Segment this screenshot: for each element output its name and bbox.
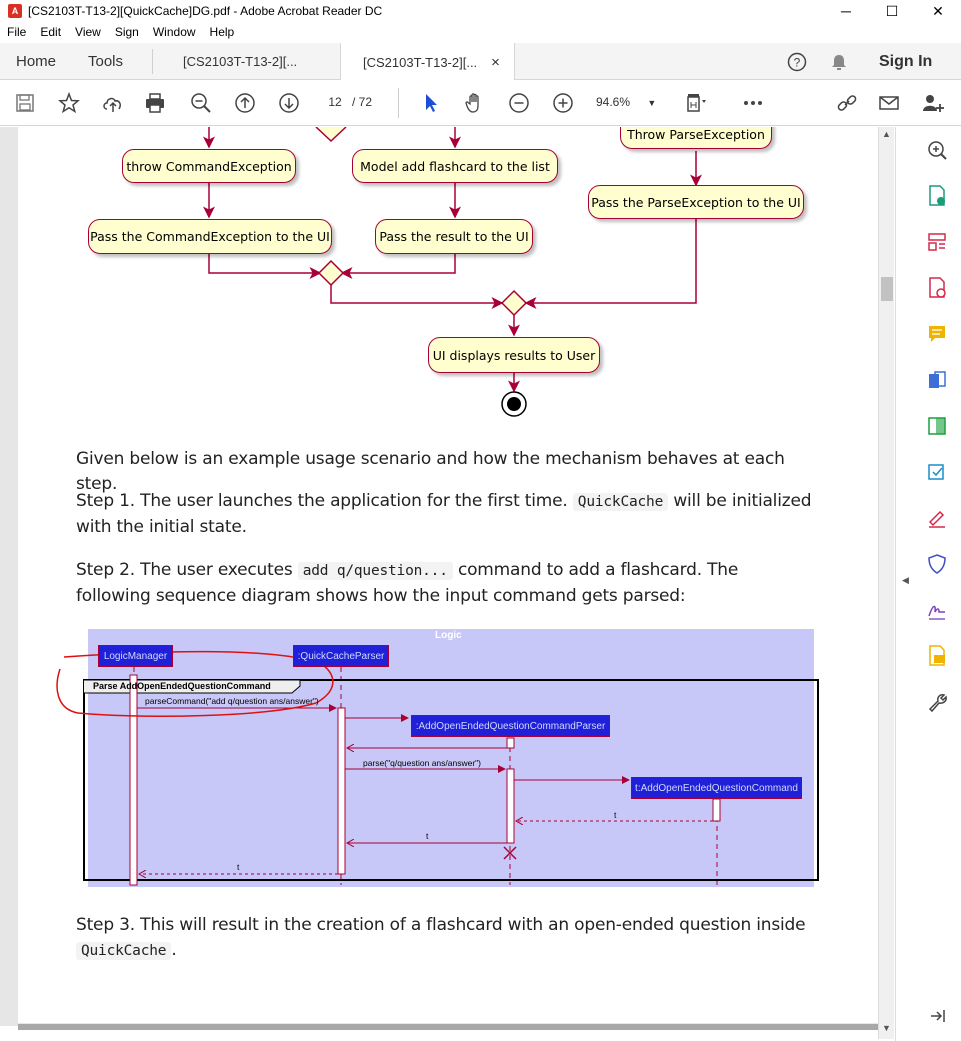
help-icon[interactable]: ? [786,43,808,80]
compress-pdf-icon[interactable] [926,415,948,437]
right-tools-panel: ◀ [895,127,961,1041]
page-number-input[interactable]: 12 [320,92,350,112]
organize-pages-icon[interactable] [926,231,948,253]
acrobat-pdf-icon: A [8,4,22,18]
node-throw-command-exception: throw CommandException [122,149,296,183]
toolbar: 12 / 72 94.6% ▼ [0,80,961,126]
horizontal-scrollbar[interactable] [18,1024,878,1030]
step1-text-a: Step 1. The user launches the applicatio… [76,491,568,511]
node-model-add-flashcard: Model add flashcard to the list [352,149,558,183]
scroll-down-icon[interactable]: ▼ [882,1023,891,1033]
scrollbar-thumb[interactable] [881,277,893,301]
code-quickcache-2: QuickCache [76,942,172,960]
document-viewport[interactable]: Throw ParseException throw CommandExcept… [0,127,880,1026]
menu-window[interactable]: Window [146,25,203,39]
tab-home[interactable]: Home [16,43,56,80]
message-parse: parse("q/question ans/answer") [363,758,482,768]
node-pass-result: Pass the result to the UI [375,219,533,254]
svg-text:?: ? [794,55,801,69]
previous-page-icon[interactable] [232,90,258,116]
collapse-right-panel-icon[interactable]: ◀ [902,575,909,586]
zoom-out-icon[interactable] [506,90,532,116]
message-parse-command: parseCommand("add q/question ans/answer"… [145,696,319,706]
return-t-2: t [426,831,429,841]
participant-logic-manager: LogicManager [98,645,173,667]
zoom-level-dropdown[interactable]: 94.6% ▼ [596,92,656,113]
edit-pdf-icon[interactable] [926,461,948,483]
scroll-up-icon[interactable]: ▲ [882,129,891,139]
participant-add-command: t:AddOpenEndedQuestionCommand [631,777,802,799]
menu-bar: File Edit View Sign Window Help [0,22,961,42]
hand-tool-icon[interactable] [462,90,488,116]
combine-files-icon[interactable] [926,369,948,391]
step3-text-a: Step 3. This will result in the creation… [76,915,806,935]
protect-shield-icon[interactable] [926,553,948,575]
menu-sign[interactable]: Sign [108,25,146,39]
tab-tools[interactable]: Tools [88,43,123,80]
node-ui-displays-results: UI displays results to User [428,337,600,373]
title-bar: A [CS2103T-T13-2][QuickCache]DG.pdf - Ad… [0,0,961,22]
step3-text-b: . [171,940,177,960]
select-cursor-icon[interactable] [418,90,444,116]
minimize-button[interactable]: ─ [823,0,869,22]
zoom-tool-icon[interactable] [926,139,948,161]
tab-document-1[interactable]: [CS2103T-T13-2][... [183,43,297,80]
node-pass-command-exception: Pass the CommandException to the UI [88,219,332,254]
menu-file[interactable]: File [0,25,33,39]
menu-view[interactable]: View [68,25,108,39]
request-signatures-icon[interactable] [926,599,948,621]
page-fit-icon[interactable] [684,90,710,116]
fill-sign-icon[interactable] [926,507,948,529]
zoom-in-icon[interactable] [550,90,576,116]
node-pass-parse-exception: Pass the ParseException to the UI [588,185,804,219]
return-t-1: t [614,810,617,820]
page-total: / 72 [352,95,373,109]
participant-command-parser: :AddOpenEndedQuestionCommandParser [411,715,610,737]
tab-document-2[interactable]: [CS2103T-T13-2][... × [340,43,515,81]
close-window-button[interactable]: ✕ [915,0,961,22]
add-user-icon[interactable] [920,90,946,116]
chevron-down-icon: ▼ [647,98,657,108]
tab-close-button[interactable]: × [491,54,500,71]
create-pdf-icon[interactable] [926,277,948,299]
code-add-command: add q/question... [297,562,453,580]
step2-text-a: Step 2. The user executes [76,560,293,580]
send-for-comments-icon[interactable] [926,645,948,667]
window-title: [CS2103T-T13-2][QuickCache]DG.pdf - Adob… [28,4,383,18]
frame-label: Parse AddOpenEndedQuestionCommand [93,681,271,691]
save-icon[interactable] [12,90,38,116]
more-tools-icon[interactable] [740,90,766,116]
email-icon[interactable] [876,90,902,116]
menu-help[interactable]: Help [203,25,242,39]
collapse-panel-arrow-icon[interactable] [926,1005,948,1027]
share-link-icon[interactable] [834,90,860,116]
node-throw-parse-exception: Throw ParseException [620,127,772,149]
tab-bar: Home Tools [CS2103T-T13-2][... [CS2103T-… [0,43,961,81]
star-bookmark-icon[interactable] [56,90,82,116]
more-tools-wrench-icon[interactable] [926,691,948,713]
return-t-3: t [237,862,240,872]
zoom-level-value: 94.6% [596,95,631,109]
export-pdf-icon[interactable] [926,185,948,207]
menu-edit[interactable]: Edit [33,25,68,39]
cloud-upload-icon[interactable] [100,90,126,116]
next-page-icon[interactable] [276,90,302,116]
print-icon[interactable] [142,90,168,116]
tab-document-2-label: [CS2103T-T13-2][... [363,54,478,70]
maximize-button[interactable]: ☐ [869,0,915,22]
paragraph-step-2: Step 2. The user executes add q/question… [76,558,816,609]
zoom-out-search-icon[interactable] [188,90,214,116]
bell-icon[interactable] [828,43,850,80]
pdf-page: Throw ParseException throw CommandExcept… [18,127,878,1023]
comment-icon[interactable] [926,323,948,345]
vertical-scrollbar[interactable]: ▲ ▼ [878,127,894,1039]
code-quickcache: QuickCache [572,493,669,511]
paragraph-step-1: Step 1. The user launches the applicatio… [76,489,816,540]
paragraph-step-3: Step 3. This will result in the creation… [76,913,816,964]
sign-in-button[interactable]: Sign In [879,43,932,80]
participant-quickcache-parser: :QuickCacheParser [293,645,389,667]
